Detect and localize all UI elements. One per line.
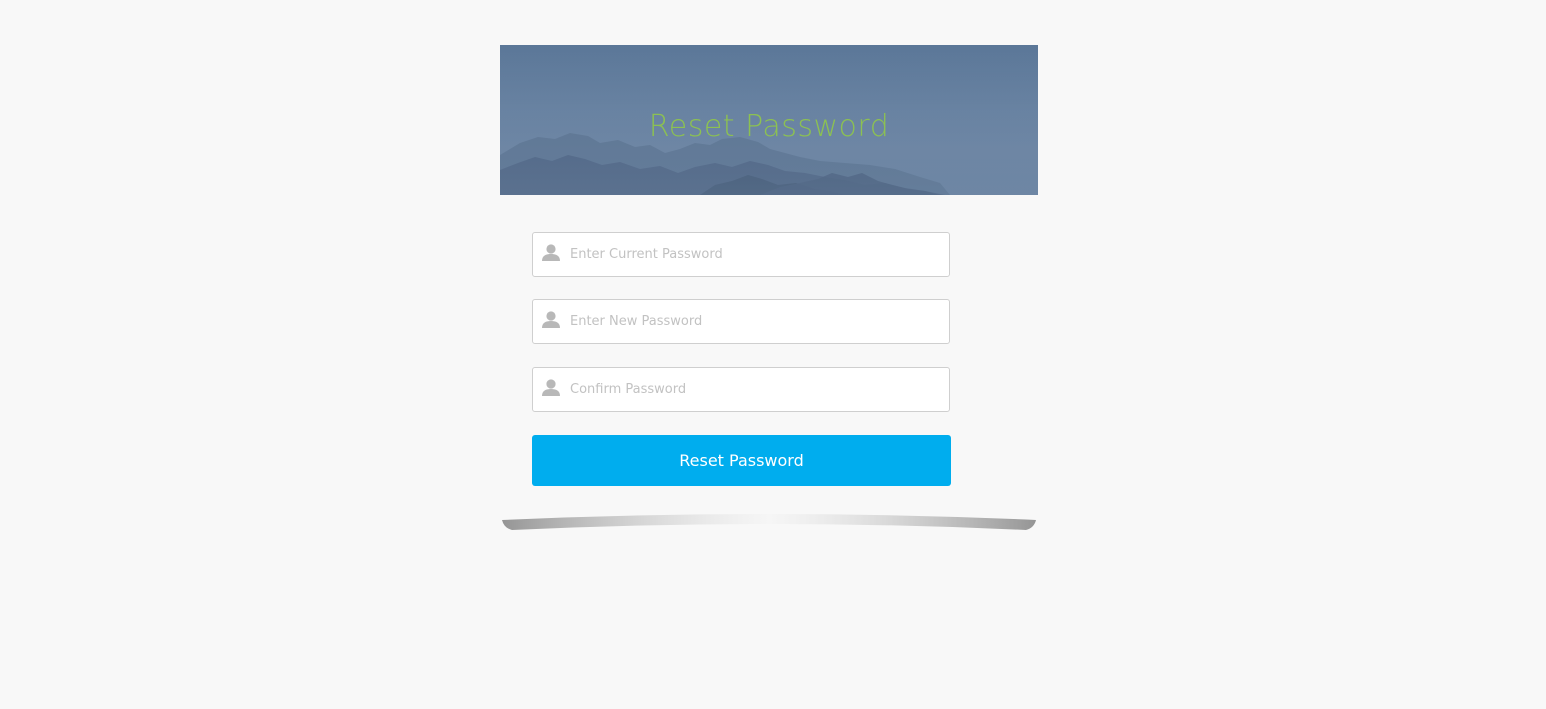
reset-password-button[interactable]: Reset Password: [532, 435, 951, 486]
confirm-password-field[interactable]: [532, 367, 950, 412]
user-icon: [542, 244, 560, 261]
card-bottom-shadow: [502, 514, 1036, 530]
user-icon: [542, 379, 560, 396]
confirm-password-input[interactable]: [570, 368, 940, 411]
new-password-input[interactable]: [570, 300, 940, 343]
new-password-field[interactable]: [532, 299, 950, 344]
reset-password-card: Reset Password Reset Password: [500, 45, 1038, 520]
user-icon: [542, 311, 560, 328]
page-title: Reset Password: [648, 109, 890, 144]
header-banner: Reset Password: [500, 45, 1038, 195]
current-password-field[interactable]: [532, 232, 950, 277]
current-password-input[interactable]: [570, 233, 940, 276]
